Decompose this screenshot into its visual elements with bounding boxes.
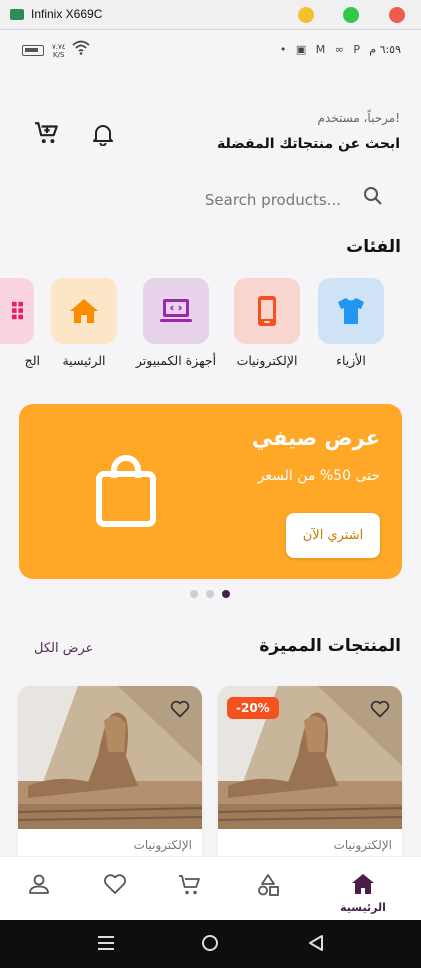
category-label: الج — [24, 353, 40, 368]
recent-apps-icon[interactable] — [97, 934, 115, 952]
laptop-icon — [160, 299, 192, 322]
nav-home[interactable]: الرئيسية — [333, 873, 393, 914]
discount-badge: -20% — [227, 697, 279, 719]
category-label: الرئيسية — [62, 353, 106, 368]
category-label: الإلكترونيات — [236, 353, 298, 368]
carousel-dot-active[interactable] — [222, 590, 230, 598]
category-label: أجهزة الكمبيوتر — [135, 353, 217, 368]
carousel-dot[interactable] — [190, 590, 198, 598]
category-icon-box — [0, 278, 34, 344]
category-icon-box — [234, 278, 300, 344]
search-icon — [364, 187, 382, 205]
home-icon — [352, 874, 374, 894]
nav-favorites[interactable] — [85, 873, 145, 899]
notification-icons: • ▣ M ∞ P — [279, 43, 363, 56]
view-all-link[interactable]: عرض الكل — [34, 641, 93, 656]
category-label: الأزياء — [336, 353, 366, 368]
category-electronics[interactable]: الإلكترونيات — [234, 278, 300, 368]
window-titlebar: Infinix X669C — [0, 0, 421, 30]
search-bar[interactable]: Search products... — [0, 180, 421, 220]
categories-title: الفئات — [346, 237, 401, 257]
shirt-icon — [338, 298, 364, 324]
bell-icon[interactable] — [92, 122, 114, 146]
header: مرحباً، مستخدم! ابحث عن منتجاتك المفضلة — [0, 100, 421, 170]
header-subtitle: ابحث عن منتجاتك المفضلة — [216, 136, 400, 152]
product-category: الإلكترونيات — [133, 838, 192, 852]
banner-subtitle: حتى 50% من السعر — [257, 468, 380, 484]
minimize-button[interactable] — [298, 7, 314, 23]
phone-screen: ٧.٧٤ K/S • ▣ M ∞ P ٦:٥٩ م مرحباً، مستخدم… — [0, 30, 421, 968]
category-computers[interactable]: أجهزة الكمبيوتر — [136, 278, 216, 368]
maximize-button[interactable] — [343, 7, 359, 23]
favorite-icon[interactable] — [170, 700, 190, 718]
shop-now-button[interactable]: اشتري الآن — [286, 513, 380, 558]
promo-banner[interactable]: عرض صيفي حتى 50% من السعر اشتري الآن — [19, 404, 402, 579]
search-input[interactable]: Search products... — [205, 191, 341, 209]
shopping-bag-icon — [96, 455, 156, 527]
home-button-icon[interactable] — [201, 934, 219, 952]
category-icon-box — [318, 278, 384, 344]
home-icon — [70, 299, 98, 323]
nav-cart[interactable] — [160, 873, 220, 901]
cart-icon — [179, 875, 200, 895]
category-partial[interactable]: الج — [0, 278, 40, 368]
nav-home-label: الرئيسية — [340, 901, 386, 914]
cart-icon[interactable] — [34, 120, 60, 146]
grid-icon — [12, 301, 23, 320]
product-category: الإلكترونيات — [333, 838, 392, 852]
back-icon[interactable] — [307, 934, 325, 952]
carousel-dot[interactable] — [206, 590, 214, 598]
nav-categories[interactable] — [238, 873, 298, 901]
status-bar: ٧.٧٤ K/S • ▣ M ∞ P ٦:٥٩ م — [0, 30, 421, 74]
status-time: ٦:٥٩ م — [369, 43, 401, 56]
close-button[interactable] — [389, 7, 405, 23]
category-icon-box — [143, 278, 209, 344]
app-icon — [10, 9, 24, 20]
category-fashion[interactable]: الأزياء — [318, 278, 384, 368]
category-icon-box — [51, 278, 117, 344]
window-title: Infinix X669C — [31, 7, 103, 21]
network-speed: ٧.٧٤ K/S — [52, 43, 66, 59]
heart-icon — [104, 874, 126, 894]
category-home[interactable]: الرئيسية — [51, 278, 117, 368]
system-navigation-bar — [0, 920, 421, 968]
categories-icon — [258, 874, 279, 896]
nav-profile[interactable] — [9, 873, 69, 899]
phone-icon — [258, 296, 276, 326]
favorite-icon[interactable] — [370, 700, 390, 718]
bottom-navigation: الرئيسية — [0, 856, 421, 920]
battery-icon — [22, 45, 44, 56]
profile-icon — [29, 874, 49, 894]
featured-title: المنتجات المميزة — [259, 636, 401, 656]
banner-title: عرض صيفي — [251, 426, 380, 450]
greeting-text: مرحباً، مستخدم! — [317, 111, 400, 125]
wifi-icon — [72, 40, 90, 55]
